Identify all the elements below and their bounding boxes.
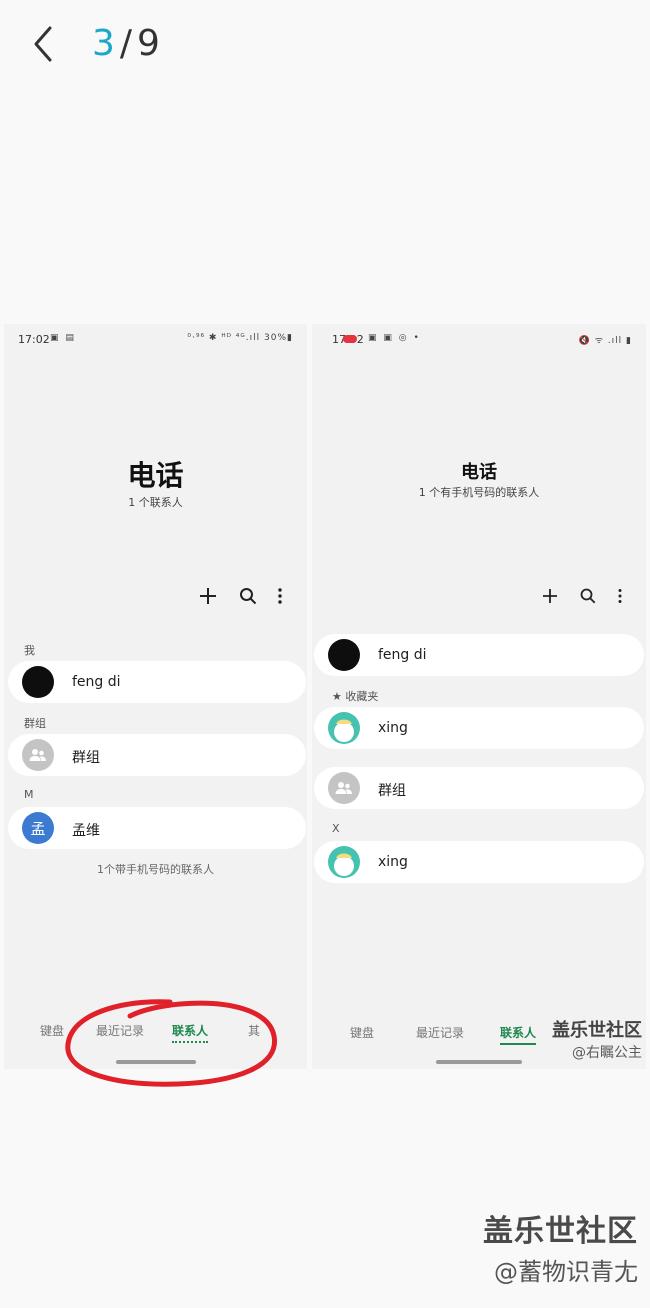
contact-name: 孟维	[72, 823, 100, 839]
home-indicator	[116, 1060, 196, 1064]
toolbar	[536, 582, 636, 612]
search-button[interactable]	[574, 582, 602, 610]
status-bar: 17:02 ▣ ▣ ◎ • 🔇 ᯤ .ıll ▮	[312, 324, 646, 354]
viewer-header: 3/9	[0, 0, 650, 90]
contact-name: xing	[378, 720, 408, 736]
contact-card[interactable]: xing	[314, 841, 644, 883]
group-name: 群组	[72, 750, 100, 766]
search-icon	[580, 588, 596, 604]
more-options-button[interactable]	[266, 582, 294, 610]
tab-more[interactable]: 其	[248, 1022, 260, 1039]
search-button[interactable]	[234, 582, 262, 610]
page-counter: 3/9	[92, 20, 161, 68]
contact-avatar	[328, 712, 360, 744]
favorite-contact-card[interactable]: xing	[314, 707, 644, 749]
active-tab-indicator	[172, 1041, 209, 1043]
more-vertical-icon	[618, 589, 622, 603]
left-phone-screenshot: 17:02 ▣ ▤ ⁰·⁹⁶ ✱ ᴴᴰ ⁴ᴳ.ıll 30%▮ 电话 1 个联系…	[4, 324, 307, 1069]
profile-card[interactable]: feng di	[8, 661, 306, 703]
search-icon	[240, 588, 257, 605]
section-label-m: M	[24, 788, 34, 801]
group-name: 群组	[378, 783, 406, 799]
favorites-label: 收藏夹	[345, 690, 379, 703]
tab-recents[interactable]: 最近记录	[416, 1024, 464, 1041]
section-label-groups: 群组	[24, 717, 46, 730]
tab-contacts-label: 联系人	[172, 1024, 209, 1038]
avatar	[22, 666, 54, 698]
group-avatar	[22, 739, 54, 771]
bottom-tab-bar: 键盘 最近记录 联系人 其	[4, 1022, 307, 1046]
more-vertical-icon	[278, 588, 282, 604]
cartoon-avatar-icon	[334, 853, 354, 876]
watermark-large-line2: @蓄物识青尢	[494, 1258, 638, 1286]
watermark-large-line1: 盖乐世社区	[483, 1214, 638, 1249]
profile-card[interactable]: feng di	[314, 634, 644, 676]
add-button[interactable]	[194, 582, 222, 610]
notification-icons: ▣ ▣ ◎ •	[368, 333, 421, 343]
status-icons: ⁰·⁹⁶ ✱ ᴴᴰ ⁴ᴳ.ıll 30%▮	[187, 333, 293, 343]
app-title: 电话	[127, 459, 184, 492]
plus-icon	[543, 589, 557, 603]
status-time: 17:02	[18, 333, 50, 346]
current-page: 3	[92, 23, 116, 64]
people-icon	[335, 782, 352, 794]
chevron-left-icon	[34, 26, 52, 62]
tab-recents[interactable]: 最近记录	[96, 1022, 144, 1039]
contacts-footnote: 1个带手机号码的联系人	[97, 863, 214, 876]
contact-avatar: 孟	[22, 812, 54, 844]
total-pages: 9	[137, 23, 161, 64]
tab-contacts[interactable]: 联系人	[500, 1024, 537, 1045]
contact-avatar	[328, 846, 360, 878]
avatar	[328, 639, 360, 671]
status-bar: 17:02 ▣ ▤ ⁰·⁹⁶ ✱ ᴴᴰ ⁴ᴳ.ıll 30%▮	[4, 324, 307, 354]
contact-count: 1 个有手机号码的联系人	[418, 486, 540, 499]
people-icon	[29, 749, 46, 761]
profile-name: feng di	[378, 647, 427, 663]
tab-keypad[interactable]: 键盘	[350, 1024, 374, 1041]
more-options-button[interactable]	[606, 582, 634, 610]
toolbar	[194, 582, 304, 612]
profile-name: feng di	[72, 674, 121, 690]
group-avatar	[328, 772, 360, 804]
section-label-x: X	[332, 822, 340, 835]
section-label-favorites: ★ 收藏夹	[332, 688, 378, 704]
contact-card[interactable]: 孟 孟维	[8, 807, 306, 849]
groups-card[interactable]: 群组	[314, 767, 644, 809]
notification-icons: ▣ ▤	[50, 333, 76, 343]
watermark-large: 盖乐世社区 @蓄物识青尢	[483, 1206, 638, 1287]
contact-name: xing	[378, 854, 408, 870]
active-tab-indicator	[500, 1043, 537, 1045]
watermark-small-line2: @右瞩公主	[572, 1045, 642, 1061]
groups-card[interactable]: 群组	[8, 734, 306, 776]
star-icon: ★	[332, 690, 342, 703]
watermark-small-line1: 盖乐世社区	[552, 1020, 642, 1041]
tab-contacts-label: 联系人	[500, 1026, 537, 1040]
notification-dot	[343, 335, 357, 343]
back-button[interactable]	[26, 22, 62, 66]
tab-keypad[interactable]: 键盘	[40, 1022, 64, 1039]
section-label-me: 我	[24, 644, 35, 657]
right-phone-screenshot: 17:02 ▣ ▣ ◎ • 🔇 ᯤ .ıll ▮ 电话 1 个有手机号码的联系人…	[312, 324, 646, 1069]
page-separator: /	[119, 23, 134, 64]
app-title: 电话	[461, 462, 497, 483]
watermark-small: 盖乐世社区 @右瞩公主	[546, 1016, 642, 1062]
status-icons: 🔇 ᯤ .ıll ▮	[578, 336, 632, 346]
home-indicator	[436, 1060, 522, 1064]
plus-icon	[200, 588, 216, 604]
contact-count: 1 个联系人	[128, 496, 183, 509]
tab-contacts[interactable]: 联系人	[172, 1022, 209, 1043]
add-button[interactable]	[536, 582, 564, 610]
cartoon-avatar-icon	[334, 719, 354, 742]
